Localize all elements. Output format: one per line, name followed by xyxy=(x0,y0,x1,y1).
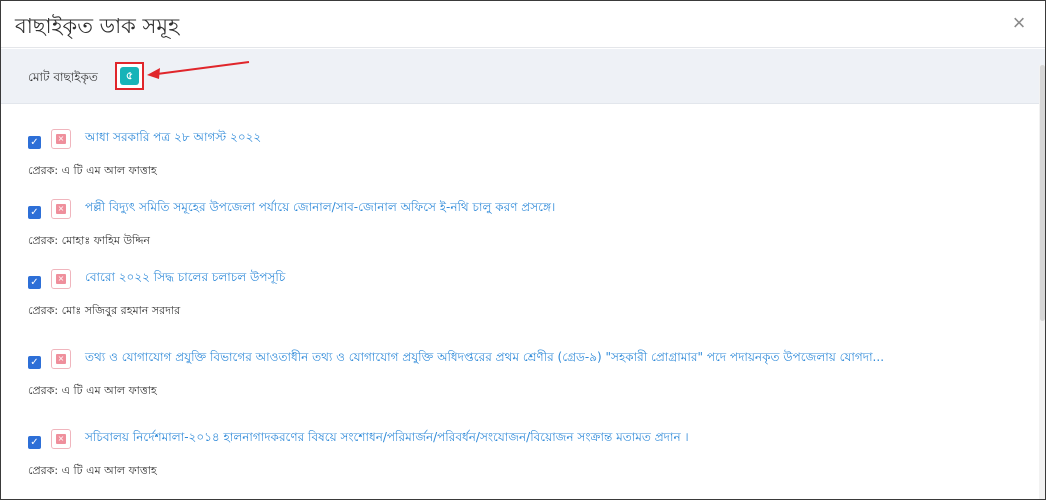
list-item: ✓ × আধা সরকারি পত্র ২৮ আগস্ট ২০২২ প্রেরক… xyxy=(1,115,1031,185)
annotation-arrow-icon xyxy=(147,61,250,79)
dak-title-link[interactable]: আধা সরকারি পত্র ২৮ আগস্ট ২০২২ xyxy=(85,129,261,149)
close-icon[interactable]: × xyxy=(1007,11,1031,35)
count-highlight-box: ৫ xyxy=(115,62,144,90)
item-sender: প্রেরক: মোহাঃ ফাহিম উদ্দিন xyxy=(28,234,150,247)
remove-item-button[interactable]: × xyxy=(51,349,71,369)
selected-total-label: মোট বাছাইকৃত xyxy=(28,70,98,84)
remove-item-button[interactable]: × xyxy=(51,429,71,449)
close-icon: × xyxy=(56,434,66,444)
item-sender: প্রেরক: মোঃ সজিবুর রহমান সরদার xyxy=(28,304,181,317)
list-item: ✓ × তথ্য ও যোগাযোগ প্রযুক্তি বিভাগের আওত… xyxy=(1,335,1031,405)
dak-title-link[interactable]: তথ্য ও যোগাযোগ প্রযুক্তি বিভাগের আওতাধীন… xyxy=(85,349,884,369)
remove-item-button[interactable]: × xyxy=(51,269,71,289)
item-checkbox[interactable]: ✓ xyxy=(28,436,41,449)
dak-title-link[interactable]: বোরো ২০২২ সিদ্ধ চালের চলাচল উপসূচি xyxy=(85,269,285,289)
scrollbar-thumb[interactable] xyxy=(1040,65,1045,321)
selected-dak-dialog: বাছাইকৃত ডাক সমূহ × মোট বাছাইকৃত ৫ ✓ × আ… xyxy=(0,0,1046,500)
item-checkbox[interactable]: ✓ xyxy=(28,136,41,149)
item-checkbox[interactable]: ✓ xyxy=(28,356,41,369)
close-icon: × xyxy=(56,134,66,144)
item-sender: প্রেরক: এ টি এম আল ফাত্তাহ xyxy=(28,384,157,397)
remove-item-button[interactable]: × xyxy=(51,129,71,149)
close-icon: × xyxy=(56,274,66,284)
dialog-header: বাছাইকৃত ডাক সমূহ × xyxy=(1,1,1045,48)
close-icon: × xyxy=(56,354,66,364)
list-item: ✓ × পল্লী বিদ্যুৎ সমিতি সমূহের উপজেলা পর… xyxy=(1,185,1031,255)
dak-title-link[interactable]: পল্লী বিদ্যুৎ সমিতি সমূহের উপজেলা পর্যায… xyxy=(85,199,555,219)
item-sender: প্রেরক: এ টি এম আল ফাত্তাহ xyxy=(28,464,157,477)
item-checkbox[interactable]: ✓ xyxy=(28,276,41,289)
remove-item-button[interactable]: × xyxy=(51,199,71,219)
close-icon: × xyxy=(56,204,66,214)
dialog-title: বাছাইকৃত ডাক সমূহ xyxy=(15,14,180,38)
list-item: ✓ × সচিবালয় নির্দেশমালা-২০১৪ হালনাগাদকর… xyxy=(1,415,1031,485)
item-checkbox[interactable]: ✓ xyxy=(28,206,41,219)
list-item: ✓ × বোরো ২০২২ সিদ্ধ চালের চলাচল উপসূচি প… xyxy=(1,255,1031,325)
item-sender: প্রেরক: এ টি এম আল ফাত্তাহ xyxy=(28,164,157,177)
selected-dak-list: ✓ × আধা সরকারি পত্র ২৮ আগস্ট ২০২২ প্রেরক… xyxy=(1,105,1037,499)
dak-title-link[interactable]: সচিবালয় নির্দেশমালা-২০১৪ হালনাগাদকরণের … xyxy=(85,429,689,449)
selected-count-badge: ৫ xyxy=(120,67,139,85)
